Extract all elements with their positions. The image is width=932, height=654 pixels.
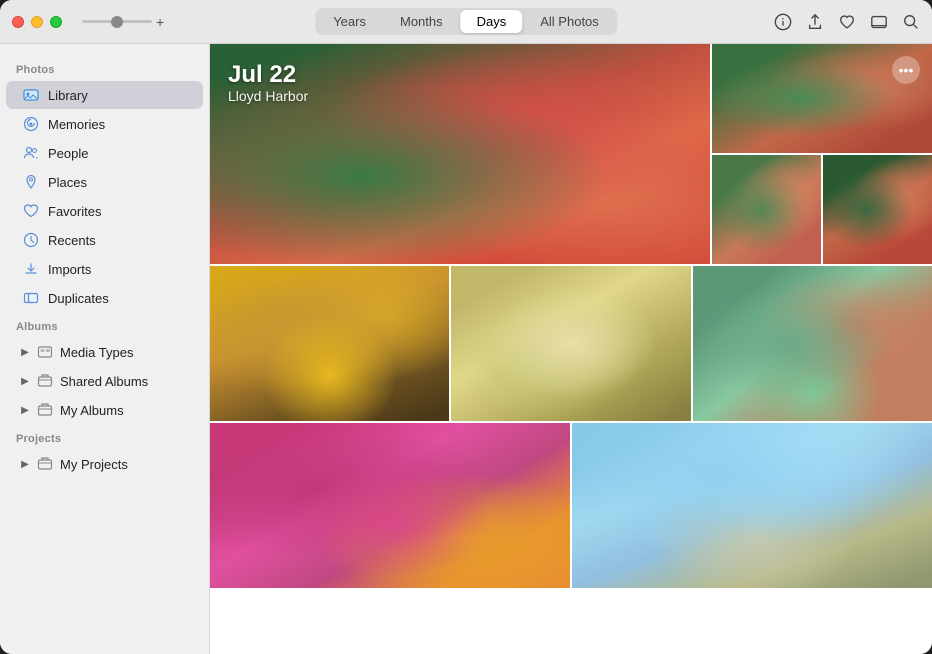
photo-bot2-image	[572, 423, 932, 588]
imports-icon	[22, 260, 40, 278]
favorites-button[interactable]	[838, 13, 856, 31]
chevron-icon-3: ▶	[20, 405, 30, 415]
my-projects-icon	[36, 455, 54, 473]
sidebar-item-places-label: Places	[48, 175, 87, 190]
sidebar-item-imports[interactable]: Imports	[6, 255, 203, 283]
sidebar-item-duplicates-label: Duplicates	[48, 291, 109, 306]
more-options-button[interactable]: •••	[892, 56, 920, 84]
tab-all-photos[interactable]: All Photos	[524, 10, 615, 33]
sidebar-item-media-types-label: Media Types	[60, 345, 133, 360]
top-row: Jul 22 Lloyd Harbor	[210, 44, 932, 264]
maximize-button[interactable]	[50, 16, 62, 28]
sidebar-item-library-label: Library	[48, 88, 88, 103]
sidebar-item-duplicates[interactable]: Duplicates	[6, 284, 203, 312]
sidebar-item-imports-label: Imports	[48, 262, 91, 277]
shared-albums-icon	[36, 372, 54, 390]
photo-mid-1[interactable]	[210, 266, 449, 421]
sidebar-item-people[interactable]: People	[6, 139, 203, 167]
photo-mid-2[interactable]	[451, 266, 690, 421]
slideshow-button[interactable]	[870, 13, 888, 31]
sidebar-item-places[interactable]: Places	[6, 168, 203, 196]
memories-icon	[22, 115, 40, 133]
photo-bot1-image	[210, 423, 570, 588]
sidebar-item-favorites[interactable]: Favorites	[6, 197, 203, 225]
zoom-control: +	[82, 14, 164, 30]
photo-grid: Jul 22 Lloyd Harbor	[210, 44, 932, 654]
chevron-icon-4: ▶	[20, 459, 30, 469]
favorites-sidebar-icon	[22, 202, 40, 220]
sidebar-item-recents-label: Recents	[48, 233, 96, 248]
day-section: Jul 22 Lloyd Harbor	[210, 44, 932, 588]
photo-top-right-2[interactable]	[712, 155, 821, 264]
zoom-plus-button[interactable]: +	[156, 14, 164, 30]
my-albums-icon	[36, 401, 54, 419]
day-header: Jul 22 Lloyd Harbor	[228, 62, 308, 104]
sidebar: Photos Library	[0, 44, 210, 654]
info-button[interactable]	[774, 13, 792, 31]
sidebar-item-memories-label: Memories	[48, 117, 105, 132]
zoom-slider[interactable]	[82, 20, 152, 23]
chevron-icon: ▶	[20, 347, 30, 357]
photo-mid1-image	[210, 266, 449, 421]
zoom-slider-thumb	[111, 16, 123, 28]
photo-tr2-image	[712, 155, 821, 264]
recents-icon	[22, 231, 40, 249]
photo-main[interactable]: Jul 22 Lloyd Harbor	[210, 44, 710, 264]
sidebar-section-photos-label: Photos	[0, 56, 209, 80]
sidebar-item-library[interactable]: Library	[6, 81, 203, 109]
photo-top-right-3[interactable]	[823, 155, 932, 264]
app-window: + Years Months Days All Photos	[0, 0, 932, 654]
sidebar-item-shared-albums[interactable]: ▶ Shared Albums	[6, 367, 203, 395]
sidebar-item-media-types[interactable]: ▶ Media Types	[6, 338, 203, 366]
search-button[interactable]	[902, 13, 920, 31]
media-types-icon	[36, 343, 54, 361]
photo-mid-3[interactable]	[693, 266, 932, 421]
day-header-date: Jul 22	[228, 62, 308, 88]
main-content: Photos Library	[0, 44, 932, 654]
sidebar-section-projects-label: Projects	[0, 425, 209, 449]
photo-mid2-image	[451, 266, 690, 421]
bottom-row	[210, 423, 932, 588]
sidebar-item-favorites-label: Favorites	[48, 204, 101, 219]
photo-bot-1[interactable]	[210, 423, 570, 588]
sidebar-item-my-projects[interactable]: ▶ My Projects	[6, 450, 203, 478]
share-button[interactable]	[806, 13, 824, 31]
titlebar: + Years Months Days All Photos	[0, 0, 932, 44]
chevron-icon-2: ▶	[20, 376, 30, 386]
sidebar-item-my-albums-label: My Albums	[60, 403, 124, 418]
traffic-lights	[12, 16, 62, 28]
middle-row	[210, 266, 932, 421]
photo-mid3-image	[693, 266, 932, 421]
people-icon	[22, 144, 40, 162]
photo-bot-2[interactable]	[572, 423, 932, 588]
sidebar-item-memories[interactable]: Memories	[6, 110, 203, 138]
places-icon	[22, 173, 40, 191]
sidebar-section-albums-label: Albums	[0, 313, 209, 337]
tab-days[interactable]: Days	[461, 10, 523, 33]
sidebar-item-people-label: People	[48, 146, 88, 161]
duplicates-icon	[22, 289, 40, 307]
titlebar-actions	[774, 13, 920, 31]
sidebar-item-shared-albums-label: Shared Albums	[60, 374, 148, 389]
sidebar-item-my-albums[interactable]: ▶ My Albums	[6, 396, 203, 424]
day-header-location: Lloyd Harbor	[228, 88, 308, 104]
view-tabs: Years Months Days All Photos	[315, 8, 617, 35]
tab-months[interactable]: Months	[384, 10, 459, 33]
sidebar-item-my-projects-label: My Projects	[60, 457, 128, 472]
library-icon	[22, 86, 40, 104]
close-button[interactable]	[12, 16, 24, 28]
tab-years[interactable]: Years	[317, 10, 382, 33]
minimize-button[interactable]	[31, 16, 43, 28]
sidebar-item-recents[interactable]: Recents	[6, 226, 203, 254]
photo-tr3-image	[823, 155, 932, 264]
